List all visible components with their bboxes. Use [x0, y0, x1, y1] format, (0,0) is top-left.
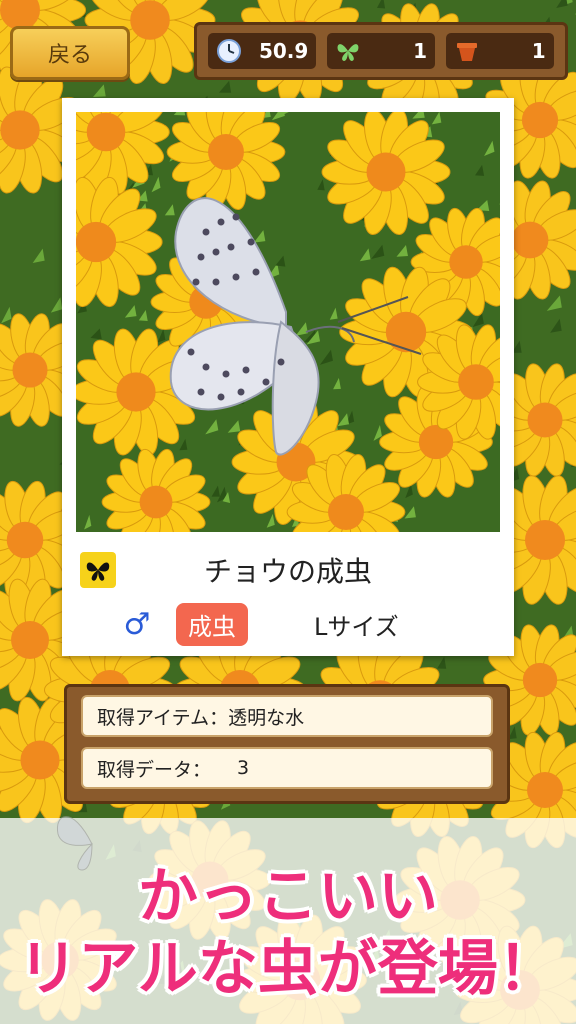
flowerpot-icon: [454, 38, 480, 64]
acquired-item-line: 取得アイテム：透明な水: [81, 695, 493, 737]
status-bar: 50.9 1 1: [194, 22, 568, 80]
clock-icon: [216, 38, 242, 64]
insect-name-row: チョウの成虫: [76, 544, 500, 596]
back-button-label: 戻る: [47, 43, 92, 68]
insect-card: チョウの成虫 ♂ 成虫 Lサイズ: [62, 98, 514, 656]
stage-badge: 成虫: [176, 602, 248, 646]
insect-name: チョウの成虫: [203, 555, 372, 588]
timer-value: 50.9: [258, 39, 309, 63]
butterfly-icon: [80, 552, 116, 588]
acquired-data-label: 取得データ：: [97, 758, 212, 781]
pot-count-stat: 1: [445, 33, 554, 69]
male-symbol: ♂: [123, 606, 151, 642]
acquired-data-line: 取得データ： 3: [81, 747, 493, 789]
insect-attributes: ♂ 成虫 Lサイズ: [76, 600, 500, 648]
acquired-data-value: 3: [237, 757, 250, 779]
back-button[interactable]: 戻る: [10, 26, 130, 80]
insect-photo: [76, 112, 500, 532]
timer-stat: 50.9: [208, 33, 317, 69]
promo-headline-line2: リアルな虫が登場！: [18, 934, 558, 1004]
pot-count: 1: [531, 39, 546, 63]
butterfly-icon: [335, 38, 361, 64]
size-label: Lサイズ: [314, 612, 399, 641]
butterfly-count-stat: 1: [326, 33, 435, 69]
acquisition-panel: 取得アイテム：透明な水 取得データ： 3: [64, 684, 510, 804]
butterfly-count: 1: [413, 39, 427, 63]
acquired-item-text: 取得アイテム：透明な水: [97, 706, 305, 729]
